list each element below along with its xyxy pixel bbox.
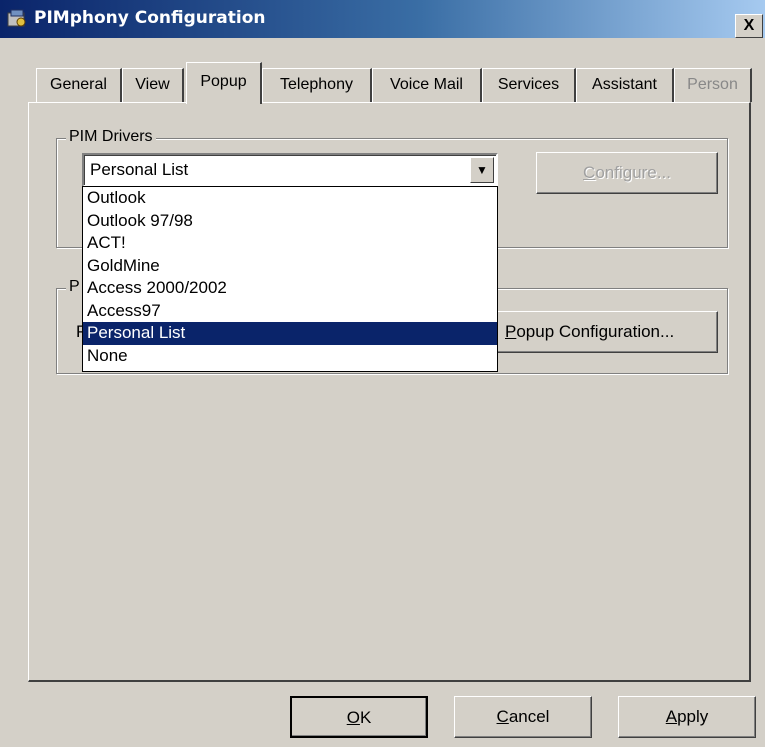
- window-title: PIMphony Configuration: [34, 8, 266, 28]
- apply-mnemonic: A: [665, 707, 678, 726]
- chevron-down-icon[interactable]: ▼: [470, 157, 494, 183]
- dropdown-option-act[interactable]: ACT!: [83, 232, 497, 255]
- configure-label-rest: onfigure...: [595, 163, 671, 182]
- cancel-mnemonic: C: [496, 707, 509, 726]
- tab-view[interactable]: View: [122, 68, 184, 102]
- pim-driver-selected-value: Personal List: [90, 160, 189, 179]
- configure-button[interactable]: Configure...: [536, 152, 718, 194]
- popup-config-mnemonic: P: [505, 322, 517, 341]
- pim-drivers-group-label: PIM Drivers: [66, 128, 156, 146]
- tab-telephony[interactable]: Telephony: [262, 68, 372, 102]
- dropdown-option-outlook[interactable]: Outlook: [83, 187, 497, 210]
- configure-mnemonic: C: [583, 163, 596, 182]
- dropdown-option-access-2000-2002[interactable]: Access 2000/2002: [83, 277, 497, 300]
- pimphony-app-icon: [7, 9, 26, 27]
- dropdown-option-outlook-97-98[interactable]: Outlook 97/98: [83, 210, 497, 233]
- tab-services[interactable]: Services: [482, 68, 576, 102]
- pim-driver-dropdown-list[interactable]: Outlook Outlook 97/98 ACT! GoldMine Acce…: [82, 186, 498, 372]
- dropdown-option-none[interactable]: None: [83, 345, 497, 368]
- dropdown-option-goldmine[interactable]: GoldMine: [83, 255, 497, 278]
- tab-person[interactable]: Person: [674, 68, 752, 102]
- apply-label-rest: pply: [677, 707, 709, 726]
- popup-configuration-button[interactable]: Popup Configuration...: [494, 311, 718, 353]
- apply-button[interactable]: Apply: [618, 696, 756, 738]
- ok-mnemonic: O: [346, 708, 360, 727]
- popup-config-label-rest: opup Configuration...: [516, 322, 675, 341]
- close-icon: X: [743, 17, 755, 34]
- ok-label-rest: K: [359, 708, 372, 727]
- popup-group-label: P: [66, 278, 83, 296]
- cancel-label-rest: ancel: [508, 707, 550, 726]
- tab-assistant[interactable]: Assistant: [576, 68, 674, 102]
- tab-voice-mail[interactable]: Voice Mail: [372, 68, 482, 102]
- close-button[interactable]: X: [735, 14, 763, 38]
- pim-driver-select[interactable]: Personal List ▼: [82, 153, 498, 187]
- cancel-button[interactable]: Cancel: [454, 696, 592, 738]
- dropdown-option-personal-list[interactable]: Personal List: [83, 322, 497, 345]
- ok-button[interactable]: OK: [290, 696, 428, 738]
- title-bar[interactable]: PIMphony Configuration X: [0, 0, 765, 38]
- dropdown-option-access97[interactable]: Access97: [83, 300, 497, 323]
- tab-general[interactable]: General: [36, 68, 122, 102]
- tab-popup[interactable]: Popup: [186, 62, 262, 104]
